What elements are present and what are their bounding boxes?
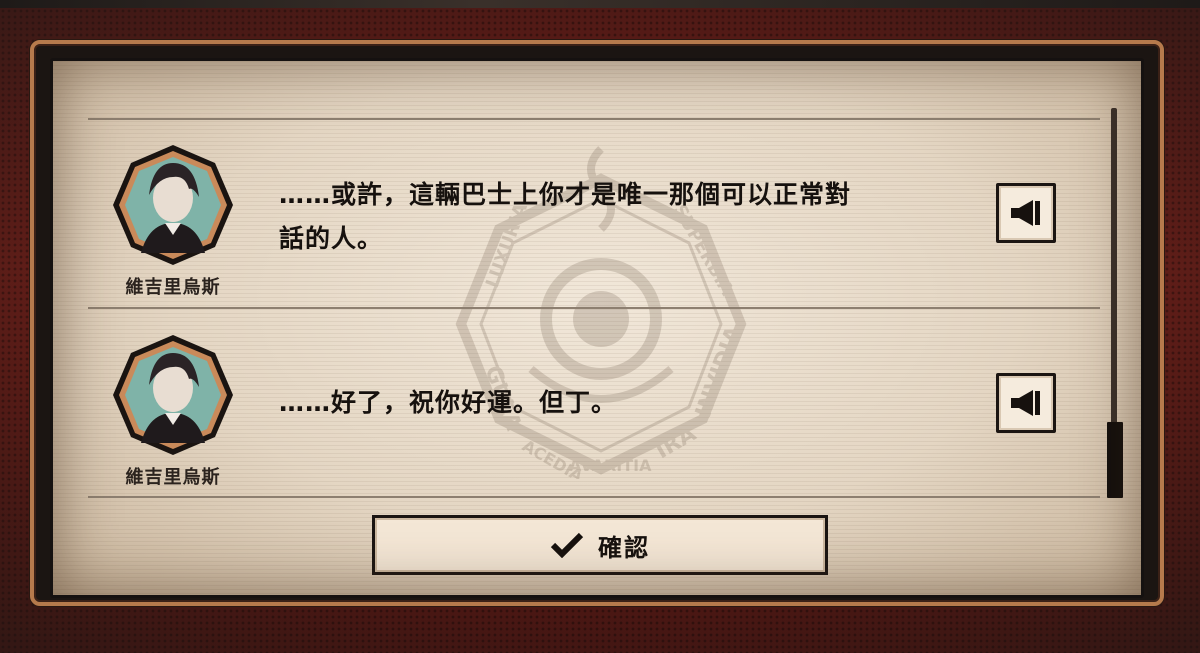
- dialog-entry: 維吉里烏斯 ……好了，祝你好運。但丁。: [53, 311, 1113, 499]
- replay-voice-button[interactable]: [996, 183, 1056, 243]
- scrollbar-thumb[interactable]: [1107, 422, 1123, 498]
- avatar: [111, 333, 235, 457]
- replay-voice-button[interactable]: [996, 373, 1056, 433]
- dialog-entry: 維吉里烏斯 ……或許，這輛巴士上你才是唯一那個可以正常對 話的人。: [53, 121, 1113, 309]
- dialog-text-line: ……或許，這輛巴士上你才是唯一那個可以正常對: [279, 180, 852, 209]
- row-divider-top: [88, 118, 1100, 120]
- row-divider: [88, 307, 1100, 309]
- speaker-icon: [1011, 390, 1040, 416]
- dialog-text-line: 話的人。: [279, 224, 384, 253]
- speaker-icon: [1011, 200, 1040, 226]
- confirm-button[interactable]: 確認: [372, 515, 828, 575]
- checkmark-icon: [550, 532, 584, 558]
- row-divider-bottom: [88, 496, 1100, 498]
- speaker-name: 維吉里烏斯: [125, 277, 221, 298]
- dialog-text-line: ……好了，祝你好運。但丁。: [279, 388, 618, 417]
- avatar: [111, 143, 235, 267]
- confirm-label: 確認: [598, 533, 650, 562]
- dialog-log-panel: GULA INVIDIA LUXURIA SUPERBIA ACEDIA AVA…: [50, 58, 1144, 598]
- speaker-name: 維吉里烏斯: [125, 467, 221, 488]
- dialog-text: ……或許，這輛巴士上你才是唯一那個可以正常對 話的人。: [279, 173, 989, 261]
- dialog-text: ……好了，祝你好運。但丁。: [279, 381, 989, 425]
